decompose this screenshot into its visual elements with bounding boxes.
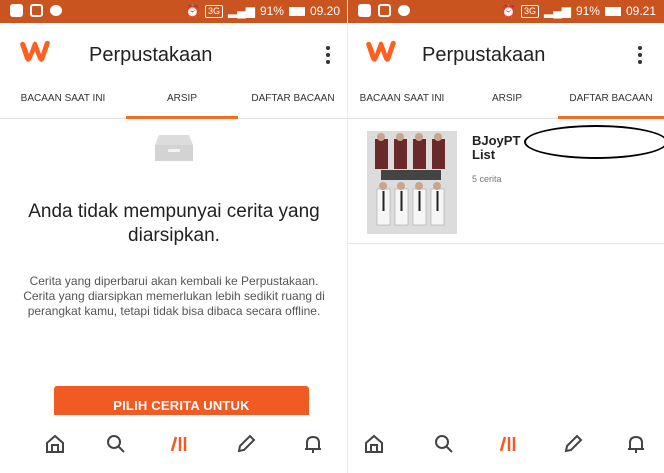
- home-icon[interactable]: [361, 430, 387, 458]
- notification-chat-icon: [50, 5, 62, 16]
- bottom-navigation: [0, 415, 348, 473]
- library-icon[interactable]: [495, 430, 521, 458]
- battery-icon: [288, 6, 305, 16]
- battery-percent: 91%: [259, 4, 284, 18]
- notification-shield-icon: [358, 4, 371, 17]
- empty-state-title: Anda tidak mempunyai cerita yang diarsip…: [28, 201, 320, 246]
- redaction-oval: [524, 125, 664, 159]
- pencil-icon[interactable]: [233, 430, 259, 458]
- reading-list-cover: [367, 131, 457, 234]
- page-title: Perpustakaan: [422, 44, 546, 66]
- signal-icon: ▂▄▆: [227, 4, 255, 18]
- library-tabs: BACAAN SAAT INI ARSIP DAFTAR BACAAN: [0, 87, 348, 119]
- tab-reading-lists[interactable]: DAFTAR BACAAN: [238, 87, 348, 119]
- notification-shield-icon: [10, 4, 23, 17]
- alarm-icon: ⏰: [185, 4, 200, 18]
- alarm-icon: ⏰: [501, 4, 516, 18]
- battery-icon: [604, 6, 621, 16]
- network-badge: 3G: [204, 4, 223, 18]
- search-icon[interactable]: [431, 430, 457, 458]
- wattpad-logo-icon: [20, 40, 50, 62]
- bell-icon[interactable]: [300, 430, 326, 458]
- library-icon[interactable]: [166, 430, 192, 458]
- bell-icon[interactable]: [623, 430, 649, 458]
- notification-image-icon: [378, 4, 391, 17]
- app-bar: Perpustakaan: [348, 23, 664, 87]
- status-bar: ⏰ 3G ▂▄▆ 91% 09.21: [348, 0, 664, 23]
- search-icon[interactable]: [103, 430, 129, 458]
- notification-chat-icon: [398, 5, 410, 16]
- tab-archive[interactable]: ARSIP: [456, 87, 558, 119]
- wattpad-logo-icon: [366, 40, 396, 62]
- battery-percent: 91%: [575, 4, 600, 18]
- status-bar: ⏰ 3G ▂▄▆ 91% 09.20: [0, 0, 348, 23]
- archive-box-icon: [155, 135, 193, 161]
- phone-screen-archive: ⏰ 3G ▂▄▆ 91% 09.20 Perpustakaan BACAAN S…: [0, 0, 348, 473]
- home-icon[interactable]: [42, 430, 68, 458]
- tab-current-reads[interactable]: BACAAN SAAT INI: [348, 87, 456, 119]
- page-title: Perpustakaan: [89, 44, 213, 66]
- phone-screen-reading-lists: ⏰ 3G ▂▄▆ 91% 09.21 Perpustakaan BACAAN S…: [348, 0, 664, 473]
- overflow-menu-button[interactable]: [318, 43, 338, 67]
- tab-reading-lists[interactable]: DAFTAR BACAAN: [558, 87, 664, 119]
- library-tabs: BACAAN SAAT INI ARSIP DAFTAR BACAAN: [348, 87, 664, 119]
- bottom-navigation: [348, 415, 664, 473]
- pencil-icon[interactable]: [560, 430, 586, 458]
- status-time: 09.21: [625, 4, 656, 18]
- tab-archive[interactable]: ARSIP: [126, 87, 238, 119]
- status-time: 09.20: [309, 4, 340, 18]
- app-bar: Perpustakaan: [0, 23, 348, 87]
- reading-list-count: 5 cerita: [472, 174, 502, 184]
- tab-current-reads[interactable]: BACAAN SAAT INI: [0, 87, 126, 119]
- reading-list-name: BJoyPT List: [472, 133, 521, 162]
- signal-icon: ▂▄▆: [543, 4, 571, 18]
- notification-image-icon: [30, 4, 43, 17]
- overflow-menu-button[interactable]: [630, 43, 650, 67]
- empty-state-description: Cerita yang diperbarui akan kembali ke P…: [23, 274, 325, 318]
- reading-list-item[interactable]: BJoyPT List 5 cerita: [348, 120, 664, 244]
- network-badge: 3G: [520, 4, 539, 18]
